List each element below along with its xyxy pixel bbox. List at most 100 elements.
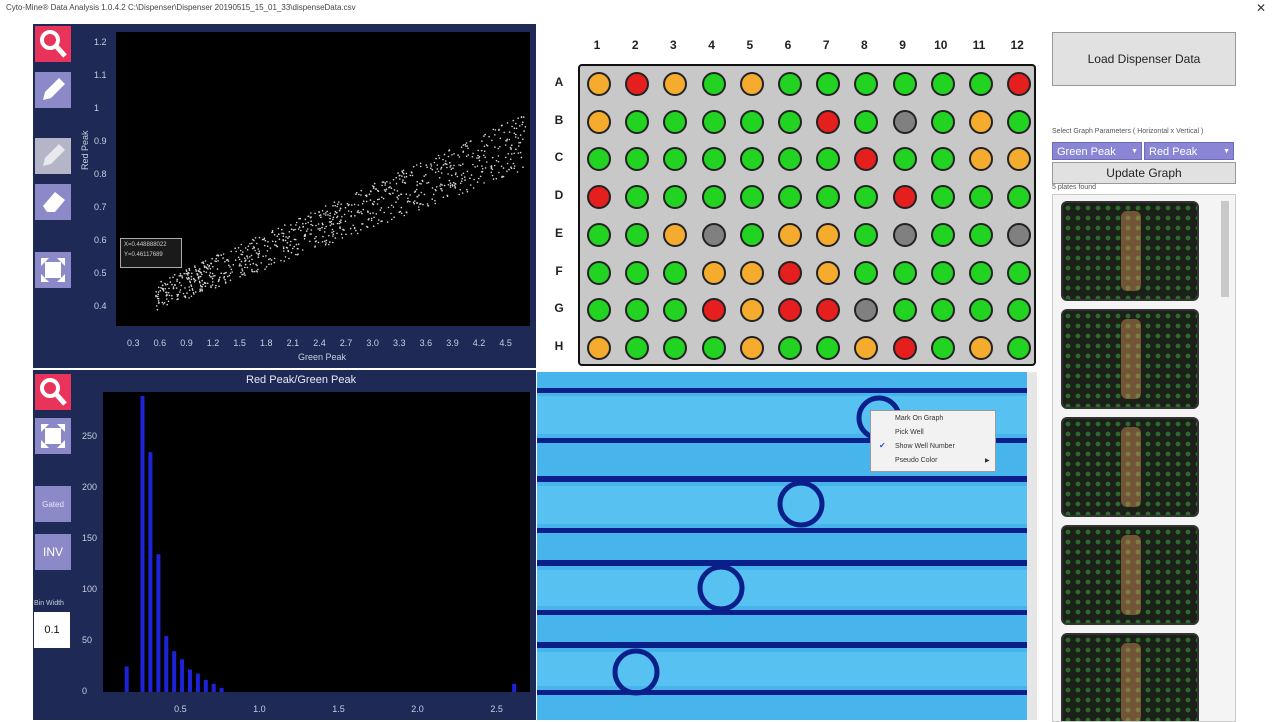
well-G3[interactable] [663, 298, 688, 323]
well-G1[interactable] [587, 298, 611, 323]
well-H6[interactable] [778, 335, 802, 360]
well-C9[interactable] [892, 147, 917, 172]
well-F4[interactable] [701, 260, 726, 285]
well-A10[interactable] [930, 72, 955, 96]
histogram-plot-area[interactable] [103, 392, 530, 692]
well-B10[interactable] [930, 109, 955, 134]
well-C1[interactable] [587, 147, 611, 172]
well-A12[interactable] [1007, 72, 1032, 96]
well-D2[interactable] [625, 185, 650, 210]
well-G12[interactable] [1007, 298, 1032, 323]
well-A7[interactable] [816, 72, 841, 96]
load-dispenser-data-button[interactable]: Load Dispenser Data [1052, 32, 1236, 86]
well-D11[interactable] [969, 185, 993, 210]
update-graph-button[interactable]: Update Graph [1052, 162, 1236, 184]
well-A2[interactable] [625, 72, 650, 96]
menu-item-pick-well[interactable]: Pick Well [895, 427, 924, 439]
y-param-select[interactable]: Red Peak ▼ [1144, 142, 1234, 160]
well-A4[interactable] [701, 72, 726, 96]
well-A5[interactable] [739, 72, 764, 96]
well-C7[interactable] [816, 147, 841, 172]
histogram-fit-button[interactable] [35, 418, 71, 454]
well-F3[interactable] [663, 260, 688, 285]
well-H5[interactable] [739, 335, 764, 360]
draw-gate-button[interactable] [35, 72, 71, 108]
well-C4[interactable] [701, 147, 726, 172]
well-H8[interactable] [854, 335, 879, 360]
histogram-zoom-button[interactable] [35, 374, 71, 410]
well-D7[interactable] [816, 185, 841, 210]
well-F9[interactable] [892, 260, 917, 285]
well-D4[interactable] [701, 185, 726, 210]
plate-thumbnail[interactable] [1061, 633, 1199, 721]
well-A8[interactable] [854, 72, 879, 96]
well-B9[interactable] [892, 109, 917, 134]
well-C8[interactable] [854, 147, 879, 172]
well-G11[interactable] [969, 298, 993, 323]
menu-item-pseudo-color[interactable]: Pseudo Color [895, 455, 937, 467]
well-H7[interactable] [816, 335, 841, 360]
thumbnail-scrollbar[interactable] [1221, 201, 1229, 297]
well-H3[interactable] [663, 335, 688, 360]
menu-item-show-well-number[interactable]: Show Well Number [895, 441, 955, 453]
well-H1[interactable] [587, 335, 611, 360]
well-F6[interactable] [778, 260, 802, 285]
well-A9[interactable] [892, 72, 917, 96]
well-E3[interactable] [663, 222, 688, 247]
well-E2[interactable] [625, 222, 650, 247]
well-C10[interactable] [930, 147, 955, 172]
well-H12[interactable] [1007, 335, 1032, 360]
well-G10[interactable] [930, 298, 955, 323]
well-H2[interactable] [625, 335, 650, 360]
well-G9[interactable] [892, 298, 917, 323]
well-B6[interactable] [778, 109, 802, 134]
close-icon[interactable]: ✕ [1256, 0, 1266, 16]
well-D5[interactable] [739, 185, 764, 210]
well-F11[interactable] [969, 260, 993, 285]
inv-button[interactable]: INV [35, 534, 71, 570]
zoom-button[interactable] [35, 26, 71, 62]
well-E6[interactable] [778, 222, 802, 247]
well-F12[interactable] [1007, 260, 1032, 285]
well-H9[interactable] [892, 335, 917, 360]
well-E11[interactable] [969, 222, 993, 247]
well-G2[interactable] [625, 298, 650, 323]
plate-thumbnail[interactable] [1061, 201, 1199, 301]
fit-view-button[interactable] [35, 252, 71, 288]
well-A6[interactable] [778, 72, 802, 96]
well-D1[interactable] [587, 185, 611, 210]
well-E1[interactable] [587, 222, 611, 247]
well-E5[interactable] [739, 222, 764, 247]
well-E7[interactable] [816, 222, 841, 247]
well-B7[interactable] [816, 109, 841, 134]
well-G7[interactable] [816, 298, 841, 323]
well-D3[interactable] [663, 185, 688, 210]
menu-item-mark-on-graph[interactable]: Mark On Graph [895, 413, 943, 425]
plate-thumbnail[interactable] [1061, 525, 1199, 625]
well-E10[interactable] [930, 222, 955, 247]
well-F7[interactable] [816, 260, 841, 285]
well-B4[interactable] [701, 109, 726, 134]
well-C12[interactable] [1007, 147, 1032, 172]
well-D9[interactable] [892, 185, 917, 210]
well-B8[interactable] [854, 109, 879, 134]
well-E12[interactable] [1007, 222, 1032, 247]
well-B11[interactable] [969, 109, 993, 134]
well-B3[interactable] [663, 109, 688, 134]
plate-thumbnail[interactable] [1061, 309, 1199, 409]
well-B12[interactable] [1007, 109, 1032, 134]
eraser-button[interactable] [35, 184, 71, 220]
well-C2[interactable] [625, 147, 650, 172]
well-B1[interactable] [587, 109, 611, 134]
well-F1[interactable] [587, 260, 611, 285]
well-F10[interactable] [930, 260, 955, 285]
well-C11[interactable] [969, 147, 993, 172]
well-D8[interactable] [854, 185, 879, 210]
well-D12[interactable] [1007, 185, 1032, 210]
edit-gate-button[interactable] [35, 138, 71, 174]
well-H11[interactable] [969, 335, 993, 360]
well-G4[interactable] [701, 298, 726, 323]
well-C3[interactable] [663, 147, 688, 172]
well-F2[interactable] [625, 260, 650, 285]
well-F8[interactable] [854, 260, 879, 285]
